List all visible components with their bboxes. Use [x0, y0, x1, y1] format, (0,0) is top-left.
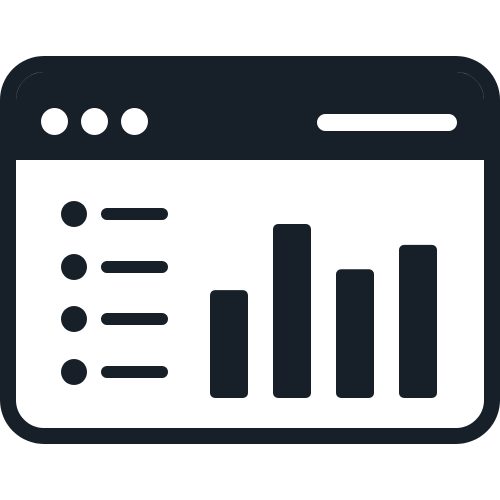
text-line-icon [101, 208, 168, 220]
bullet-dot-icon [61, 254, 87, 280]
address-bar [317, 114, 457, 131]
window-control-dot-2 [81, 108, 108, 135]
bar-chart [210, 224, 437, 398]
chart-bar-2 [273, 224, 311, 398]
chart-bar-3 [336, 269, 374, 398]
browser-window [0, 56, 500, 444]
bullet-dot-icon [61, 201, 87, 227]
browser-dashboard-icon [0, 0, 500, 500]
bullet-dot-icon [61, 306, 87, 332]
text-line-icon [101, 366, 168, 378]
bullet-dot-icon [61, 359, 87, 385]
window-titlebar [16, 72, 484, 160]
window-control-dot-1 [41, 108, 68, 135]
chart-bar-1 [210, 290, 248, 398]
chart-bar-4 [399, 244, 437, 398]
text-line-icon [101, 261, 168, 273]
text-line-icon [101, 313, 168, 325]
window-control-dot-3 [121, 108, 148, 135]
